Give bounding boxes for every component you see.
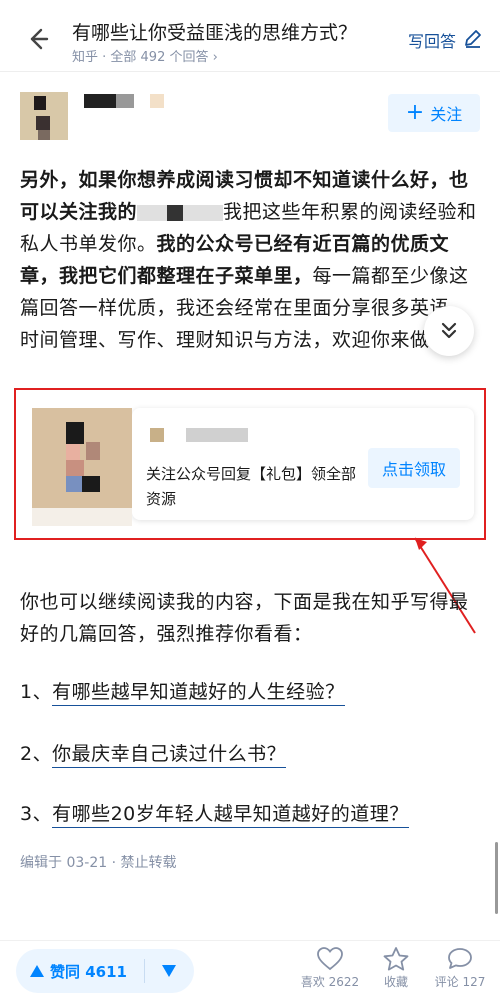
write-answer-button[interactable]: 写回答 (408, 28, 456, 52)
pencil-icon[interactable] (462, 27, 484, 49)
recommend-link-item: 3、有哪些20岁年轻人越早知道越好的道理？ (20, 798, 409, 830)
like-label: 喜欢 2622 (300, 975, 360, 989)
like-button[interactable]: 喜欢 2622 (298, 947, 362, 990)
claim-button[interactable]: 点击领取 (368, 448, 460, 488)
question-meta-text: 知乎 · 全部 492 个回答 (72, 50, 209, 65)
card-text: 关注公众号回复【礼包】领全部资源 (146, 465, 357, 508)
double-chevron-down-icon (441, 322, 457, 339)
link-number: 2、 (20, 743, 53, 765)
comment-icon (448, 948, 472, 969)
answer-paragraph-recommend: 你也可以继续阅读我的内容，下面是我在知乎写得最好的几篇回答，强烈推荐你看看： (20, 591, 469, 645)
vote-group: 赞同 4611 (16, 949, 194, 993)
back-arrow-icon[interactable] (20, 22, 54, 56)
scroll-down-button[interactable] (424, 306, 474, 356)
comment-button[interactable]: 评论 127 (428, 947, 492, 990)
question-meta[interactable]: 知乎 · 全部 492 个回答 › (72, 46, 218, 65)
recommend-link-item: 2、你最庆幸自己读过什么书？ (20, 738, 287, 770)
recommend-link[interactable]: 有哪些20岁年轻人越早知道越好的道理？ (52, 803, 409, 828)
top-bar: 有哪些让你受益匪浅的思维方式？ 知乎 · 全部 492 个回答 › 写回答 (0, 0, 500, 72)
bottom-action-bar: 赞同 4611 喜欢 2622 收藏 评论 127 (0, 940, 500, 1000)
star-icon (383, 947, 409, 971)
follow-label: 关注 (430, 105, 463, 124)
answer-paragraph-promo: 另外，如果你想养成阅读习惯却不知道读什么好，也可以关注我的 我把这些年积累的阅读经… (20, 164, 482, 356)
author-name-redacted[interactable] (84, 94, 164, 110)
recommend-link[interactable]: 有哪些越早知道越好的人生经验？ (52, 681, 345, 706)
link-number: 1、 (20, 681, 53, 703)
promo-card-image (32, 408, 132, 526)
follow-button[interactable]: + 关注 (388, 94, 480, 132)
card-header-redacted (150, 428, 260, 442)
triangle-up-icon (30, 965, 44, 977)
redacted-block (137, 204, 168, 221)
redacted-block (183, 204, 224, 221)
author-row: + 关注 (0, 86, 500, 142)
author-avatar[interactable] (20, 92, 68, 140)
downvote-button[interactable] (145, 965, 193, 977)
link-number: 3、 (20, 803, 53, 825)
collect-button[interactable]: 收藏 (364, 947, 428, 990)
recommend-link[interactable]: 你最庆幸自己读过什么书？ (52, 743, 287, 768)
plus-icon: + (405, 100, 425, 125)
upvote-button[interactable]: 赞同 4611 (16, 961, 144, 982)
redacted-block (167, 204, 184, 221)
triangle-down-icon (162, 965, 176, 977)
comment-label: 评论 127 (434, 975, 486, 989)
upvote-label: 赞同 4611 (50, 962, 127, 981)
recommend-link-item: 1、有哪些越早知道越好的人生经验？ (20, 676, 345, 708)
heart-icon (317, 947, 343, 971)
scrollbar[interactable] (495, 842, 498, 914)
question-title[interactable]: 有哪些让你受益匪浅的思维方式？ (72, 18, 372, 45)
collect-label: 收藏 (383, 975, 408, 989)
edit-meta: 编辑于 03-21 · 禁止转载 (20, 855, 177, 871)
